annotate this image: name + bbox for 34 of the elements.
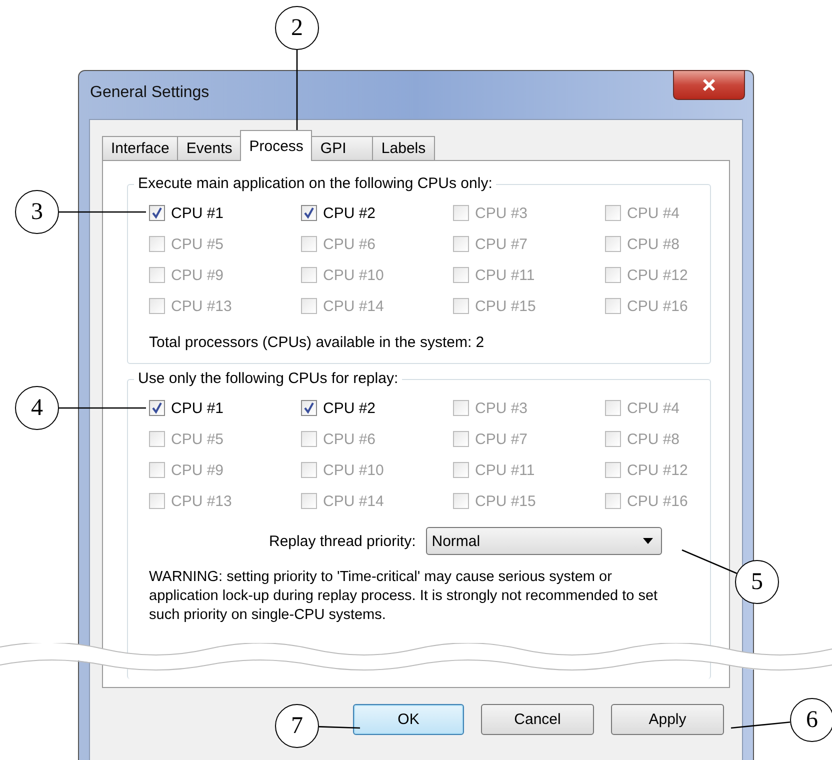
priority-label: Replay thread priority: [269, 532, 416, 550]
cpu-checkbox[interactable]: CPU #1 [149, 203, 301, 223]
warning-text: WARNING: setting priority to 'Time-critical' may cause serious system or application lock-up during replay process. It is strongly not recommended to set such priority on single-CPU systems. [149, 568, 659, 625]
cpu-checkbox[interactable]: CPU #1 [149, 398, 301, 418]
tab[interactable]: GPI [311, 136, 374, 160]
dialog-button[interactable]: Cancel [481, 704, 594, 735]
checkmark-icon [303, 207, 315, 219]
dialog-button[interactable]: Apply [611, 704, 724, 735]
checkmark-icon [303, 402, 315, 414]
callout-number: 6 [790, 698, 832, 742]
close-icon [701, 78, 717, 92]
callout-number: 5 [735, 560, 779, 604]
cpu-count-text: Total processors (CPUs) available in the system: 2 [149, 334, 486, 351]
priority-dropdown[interactable]: Normal [426, 527, 662, 555]
tab[interactable]: Interface [102, 136, 178, 160]
leader-line [730, 722, 790, 729]
callout-number: 3 [15, 190, 59, 234]
checkmark-icon [151, 402, 163, 414]
tab[interactable]: Events [177, 136, 242, 160]
tab[interactable]: Process [240, 130, 312, 161]
group-legend: Use only the following CPUs for replay: [134, 370, 402, 387]
group-legend: Execute main application on the following CPUs only: [134, 175, 496, 192]
cpu-checkbox[interactable]: CPU #2 [301, 398, 453, 418]
tab[interactable]: Labels [372, 136, 435, 160]
leader-line [682, 549, 738, 574]
dialog-button[interactable]: OK [353, 704, 464, 735]
cpu-checkbox[interactable]: CPU #2 [301, 203, 453, 223]
dropdown-arrow-icon [642, 538, 653, 544]
checkmark-icon [151, 207, 163, 219]
callout-number: 2 [275, 6, 319, 50]
window-title: General Settings [90, 84, 210, 102]
callout-number: 4 [15, 386, 59, 430]
leader-line [318, 726, 360, 729]
close-button[interactable] [673, 70, 745, 100]
